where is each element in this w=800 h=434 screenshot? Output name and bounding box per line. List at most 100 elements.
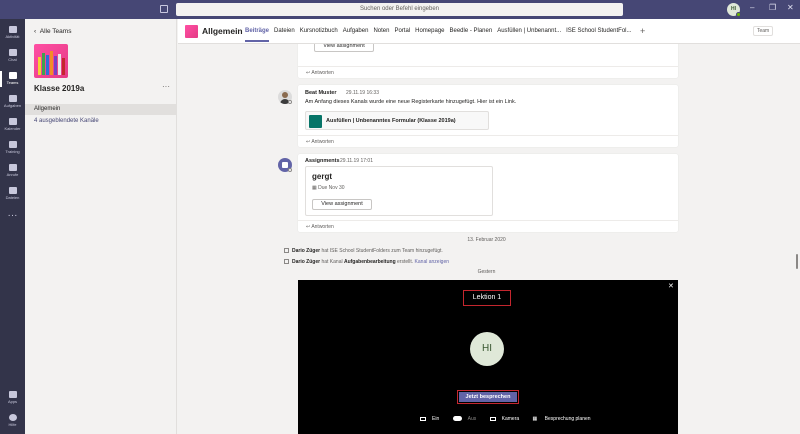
video-on-label: Ein	[432, 416, 440, 422]
meeting-avatar: HI	[470, 332, 504, 366]
tab-class-notebook[interactable]: Kursnotizbuch	[300, 28, 338, 34]
post-time: 29.11.19 16:33	[346, 90, 379, 96]
close-icon[interactable]: ✕	[668, 282, 674, 290]
video-icon	[420, 416, 426, 421]
tab-posts[interactable]: Beiträge	[245, 28, 270, 42]
rail-label: Dateien	[5, 195, 20, 200]
tab-files[interactable]: Dateien	[274, 28, 295, 34]
team-image	[34, 44, 68, 78]
view-assignment-button[interactable]: View assignment	[312, 199, 372, 210]
reply-label: Antworten	[311, 139, 334, 145]
form-tab-card[interactable]: Ausfüllen | Unbenanntes Formular (Klasse…	[305, 111, 489, 130]
post-card: Assignments 29.11.19 17:01 gergt ▦ Due N…	[298, 154, 678, 232]
tab-student-folders[interactable]: ISE School StudentFol...	[566, 28, 631, 34]
post-text: Am Anfang dieses Kanals wurde eine neue …	[305, 99, 517, 105]
channel-header: Allgemein Beiträge Dateien Kursnotizbuch Au…	[178, 19, 800, 44]
post-time: 29.11.19 17:01	[340, 158, 373, 164]
presence-icon	[288, 100, 292, 104]
tab-homepage[interactable]: Homepage	[415, 28, 444, 34]
rail-item-calendar[interactable]: Kalender	[0, 115, 25, 137]
video-toggle-switch[interactable]: Aus	[452, 416, 483, 422]
phone-icon	[8, 164, 17, 171]
channel-tabs: Beiträge Dateien Kursnotizbuch Aufgaben Note…	[245, 28, 637, 42]
help-icon	[8, 414, 17, 421]
rail-label: Hilfe	[8, 422, 17, 427]
user-initials: HI	[731, 6, 736, 12]
rail-label: Aktivität	[5, 34, 20, 39]
new-window-icon[interactable]	[160, 5, 168, 13]
add-tab-icon[interactable]: +	[640, 26, 645, 36]
channel-title: Allgemein	[202, 26, 243, 36]
show-channel-link[interactable]: Kanal anzeigen	[415, 259, 449, 265]
team-panel: ‹ Alle Teams Klasse 2019a ··· Allgemein …	[25, 19, 177, 434]
date-separator: Gestern	[477, 269, 496, 275]
date-separator: 13. Februar 2020	[467, 237, 506, 243]
view-assignment-button[interactable]: View assignment	[314, 44, 374, 52]
video-toggle[interactable]: Ein	[420, 416, 445, 422]
form-icon	[309, 115, 322, 128]
rail-item-calls[interactable]: Anrufe	[0, 161, 25, 183]
rail-item-apps[interactable]: Apps	[0, 388, 25, 410]
form-title: Ausfüllen | Unbenanntes Formular (Klasse…	[326, 118, 456, 124]
maximize-icon[interactable]: ❐	[769, 3, 776, 12]
rail-item-chat[interactable]: Chat	[0, 46, 25, 68]
team-button-label: Team	[757, 28, 770, 34]
tab-grades[interactable]: Noten	[373, 28, 389, 34]
assignment-due: ▦ Due Nov 30	[312, 185, 345, 191]
apps-icon	[8, 391, 17, 398]
tab-assignments[interactable]: Aufgaben	[343, 28, 369, 34]
title-bar: Suchen oder Befehl eingeben HI – ❐ ✕	[0, 0, 800, 19]
feed-scrollbar[interactable]	[796, 254, 798, 269]
reply-label: Antworten	[311, 224, 334, 230]
search-input[interactable]: Suchen oder Befehl eingeben	[176, 3, 623, 16]
system-actor: Dario Züger	[292, 248, 321, 254]
rail-item-teams[interactable]: Teams	[0, 69, 25, 91]
teams-icon	[8, 72, 17, 79]
rail-item-training[interactable]: Training	[0, 138, 25, 160]
system-message: Dario Züger hat Kanal Aufgabenbearbeitun…	[284, 259, 449, 265]
system-text: erstellt.	[395, 259, 415, 265]
more-apps-icon[interactable]: ···	[0, 209, 25, 231]
system-message-icon	[284, 248, 289, 254]
minimize-icon[interactable]: –	[750, 3, 754, 12]
tab-portal[interactable]: Portal	[394, 28, 410, 34]
back-label: Alle Teams	[39, 28, 72, 35]
schedule-label: Besprechung planen	[544, 416, 591, 422]
team-more-options-icon[interactable]: ···	[162, 82, 170, 91]
reply-button[interactable]: ↩ Antworten	[298, 220, 678, 232]
rail-item-assignments[interactable]: Aufgaben	[0, 92, 25, 114]
calendar-icon: ▦	[532, 416, 539, 422]
reply-button[interactable]: ↩ Antworten	[298, 66, 678, 78]
post-card: Beat Muster 29.11.19 16:33 Am Anfang die…	[298, 85, 678, 147]
camera-button[interactable]: Kamera	[489, 416, 526, 422]
rail-label: Anrufe	[6, 172, 19, 177]
tab-form[interactable]: Ausfüllen | Unbenannt...	[497, 28, 561, 34]
rail-label: Kalender	[4, 126, 21, 131]
meeting-title-input[interactable]: Lektion 1	[463, 290, 511, 306]
channel-name: Aufgabenbearbeitung	[343, 259, 396, 265]
presence-icon	[288, 168, 292, 172]
team-button[interactable]: Team	[753, 26, 774, 36]
back-to-teams-link[interactable]: ‹ Alle Teams	[34, 28, 71, 35]
meet-now-button[interactable]: Jetzt besprechen	[457, 390, 519, 404]
channel-item-general[interactable]: Allgemein	[25, 104, 176, 115]
rail-label: Teams	[6, 80, 19, 85]
meet-now-label: Jetzt besprechen	[459, 392, 517, 402]
rail-item-help[interactable]: Hilfe	[0, 411, 25, 433]
meeting-panel: ✕ Lektion 1 HI Jetzt besprechen Ein Aus …	[298, 280, 678, 434]
rail-label: Chat	[8, 57, 17, 62]
assignment-card[interactable]: gergt ▦ Due Nov 30 View assignment	[305, 166, 493, 216]
meeting-options: Ein Aus Kamera ▦ Besprechung planen	[420, 416, 603, 422]
rail-item-files[interactable]: Dateien	[0, 184, 25, 206]
toggle-icon	[452, 416, 462, 422]
reply-button[interactable]: ↩ Antworten	[298, 135, 678, 147]
close-window-icon[interactable]: ✕	[787, 3, 794, 12]
rail-item-activity[interactable]: Aktivität	[0, 23, 25, 45]
tab-beedle[interactable]: Beedle - Planen	[450, 28, 493, 34]
schedule-meeting-button[interactable]: ▦ Besprechung planen	[533, 416, 597, 422]
system-actor: Dario Züger	[292, 259, 321, 265]
user-avatar[interactable]: HI	[727, 3, 741, 17]
assignments-icon	[8, 95, 17, 102]
hidden-channels-link[interactable]: 4 ausgeblendete Kanäle	[34, 118, 99, 124]
system-message: Dario Züger hat ISE School StudentFolder…	[284, 248, 443, 254]
